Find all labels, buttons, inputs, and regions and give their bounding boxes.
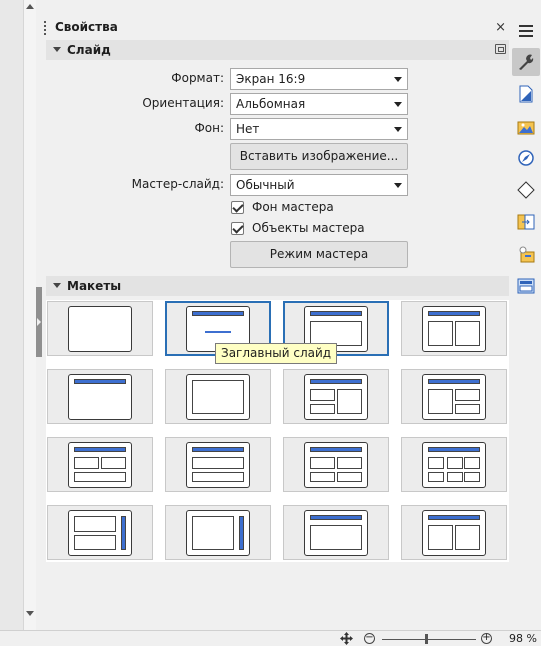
layout-2content-over-content[interactable] xyxy=(47,437,153,492)
layout-title-6-content[interactable] xyxy=(401,437,507,492)
slide-transition-icon xyxy=(519,85,533,103)
scroll-up-icon[interactable] xyxy=(26,4,34,9)
layout-content-over-content[interactable] xyxy=(165,437,271,492)
orientation-label: Ориентация: xyxy=(142,96,224,110)
layouts-section-header[interactable]: Макеты xyxy=(46,276,509,296)
orientation-dropdown[interactable]: Альбомная xyxy=(230,93,408,115)
tab-properties[interactable] xyxy=(512,48,540,76)
layout-preview xyxy=(68,442,132,488)
collapse-triangle-icon[interactable] xyxy=(53,47,61,52)
move-icon xyxy=(340,632,353,645)
tab-animation[interactable] xyxy=(512,240,540,268)
format-dropdown[interactable]: Экран 16:9 xyxy=(230,68,408,90)
layout-preview xyxy=(304,442,368,488)
slide-section-header[interactable]: Слайд xyxy=(46,40,509,60)
background-label: Фон: xyxy=(194,121,224,135)
zoom-slider-knob[interactable] xyxy=(425,634,428,644)
layout-preview xyxy=(422,374,486,420)
master-slide-dropdown[interactable]: Обычный xyxy=(230,174,408,196)
tab-shapes[interactable] xyxy=(512,176,540,204)
layout-preview xyxy=(304,374,368,420)
master-slides-icon xyxy=(517,214,535,230)
layout-title-vertical-text-clipart[interactable] xyxy=(401,505,507,560)
tab-navigator[interactable] xyxy=(512,144,540,172)
master-objects-label: Объекты мастера xyxy=(252,221,365,235)
layouts-grid xyxy=(46,300,509,562)
slide-layouts-icon xyxy=(517,278,535,294)
vertical-scrollbar[interactable] xyxy=(23,0,36,630)
layout-preview xyxy=(422,306,486,352)
layout-blank[interactable] xyxy=(47,301,153,356)
properties-deck: Свойства × Слайд Формат: Экран 16:9 Орие… xyxy=(42,14,512,629)
gallery-icon xyxy=(517,121,535,135)
sidebar-tab-bar xyxy=(511,14,541,630)
chevron-down-icon xyxy=(394,77,402,82)
layout-preview xyxy=(304,510,368,556)
master-mode-button[interactable]: Режим мастера xyxy=(230,241,408,268)
layout-title-2-content[interactable] xyxy=(401,301,507,356)
deck-title-bar: Свойства × xyxy=(42,17,512,37)
layout-preview xyxy=(422,442,486,488)
format-value: Экран 16:9 xyxy=(236,72,306,86)
master-objects-checkbox[interactable] xyxy=(231,222,244,235)
tab-slide-layouts[interactable] xyxy=(512,272,540,300)
layout-title-4-content[interactable] xyxy=(283,437,389,492)
layout-vertical-title-text-chart[interactable] xyxy=(47,505,153,560)
animation-icon xyxy=(519,246,535,263)
background-value: Нет xyxy=(236,122,260,136)
master-background-checkbox[interactable] xyxy=(231,201,244,214)
orientation-value: Альбомная xyxy=(236,97,306,111)
close-deck-button[interactable]: × xyxy=(495,20,506,35)
layout-preview xyxy=(422,510,486,556)
grip-icon[interactable] xyxy=(44,21,46,35)
chevron-down-icon xyxy=(394,127,402,132)
zoom-in-button[interactable]: + xyxy=(481,633,492,644)
zoom-out-button[interactable]: − xyxy=(364,633,375,644)
menu-icon xyxy=(519,25,533,37)
master-background-label: Фон мастера xyxy=(252,200,334,214)
layout-title-only[interactable] xyxy=(47,369,153,424)
shapes-icon xyxy=(517,181,535,199)
zoom-value[interactable]: 98 % xyxy=(509,632,537,645)
layout-preview xyxy=(68,374,132,420)
layouts-section-title: Макеты xyxy=(67,279,122,293)
deck-title: Свойства xyxy=(55,20,118,34)
zoom-slider[interactable] xyxy=(382,639,476,640)
document-area xyxy=(0,0,36,630)
layout-preview xyxy=(186,374,250,420)
more-options-icon[interactable] xyxy=(495,44,506,54)
layout-2content-and-content[interactable] xyxy=(283,369,389,424)
layout-preview xyxy=(68,306,132,352)
properties-icon xyxy=(519,54,534,70)
slide-section-title: Слайд xyxy=(67,43,111,57)
chevron-down-icon xyxy=(394,102,402,107)
layout-tooltip: Заглавный слайд xyxy=(215,343,338,364)
chevron-down-icon xyxy=(394,183,402,188)
background-dropdown[interactable]: Нет xyxy=(230,118,408,140)
insert-image-button[interactable]: Вставить изображение... xyxy=(230,143,408,170)
sidebar-menu-button[interactable] xyxy=(512,16,540,44)
navigator-icon xyxy=(518,150,534,166)
tab-master-slides[interactable] xyxy=(512,208,540,236)
layout-centered-text[interactable] xyxy=(165,369,271,424)
collapse-triangle-icon[interactable] xyxy=(53,283,61,288)
layout-preview xyxy=(186,442,250,488)
master-slide-value: Обычный xyxy=(236,178,295,192)
tab-gallery[interactable] xyxy=(512,112,540,140)
format-label: Формат: xyxy=(171,71,224,85)
layout-title-vertical-text[interactable] xyxy=(283,505,389,560)
layout-vertical-title-vertical-text[interactable] xyxy=(165,505,271,560)
tab-slide-transition[interactable] xyxy=(512,80,540,108)
layout-preview xyxy=(186,510,250,556)
layout-content-and-2content[interactable] xyxy=(401,369,507,424)
scroll-down-icon[interactable] xyxy=(26,611,34,616)
status-bar: − + 98 % xyxy=(0,630,541,646)
layout-preview xyxy=(68,510,132,556)
master-slide-label: Мастер-слайд: xyxy=(131,177,224,191)
